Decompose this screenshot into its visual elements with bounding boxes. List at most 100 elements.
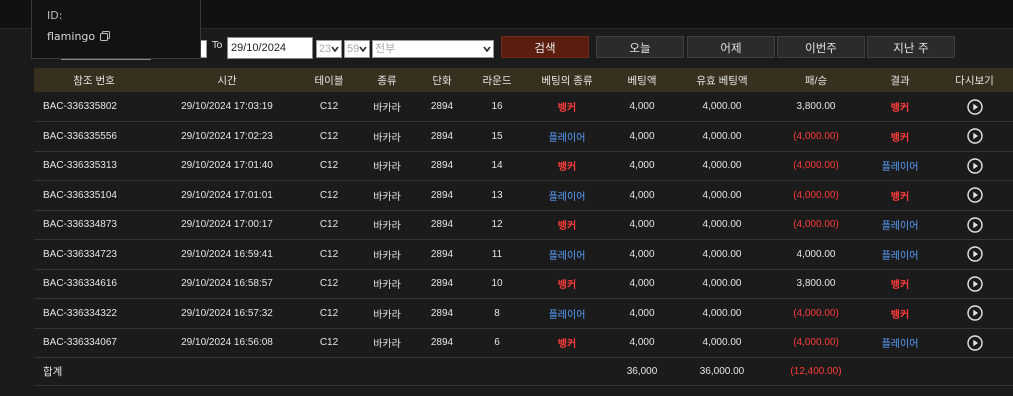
chevron-down-icon bbox=[359, 46, 367, 53]
search-button[interactable]: 검색 bbox=[501, 36, 589, 58]
col-replay: 다시보기 bbox=[955, 74, 994, 87]
kind-cell: 바카라 bbox=[373, 309, 401, 321]
play-circle-icon[interactable] bbox=[966, 98, 983, 115]
bet-type-select[interactable]: 전부 bbox=[372, 40, 494, 58]
kind-cell: 바카라 bbox=[373, 339, 401, 351]
valid-bet-cell: 4,000.00 bbox=[702, 101, 742, 112]
valid-bet-cell: 4,000.00 bbox=[702, 307, 742, 319]
last-week-button[interactable]: 지난 주 bbox=[867, 36, 955, 58]
this-week-button[interactable]: 이번주 bbox=[777, 36, 865, 58]
col-bet: 베팅액 bbox=[627, 74, 657, 87]
yesterday-button[interactable]: 어제 bbox=[687, 36, 775, 58]
play-circle-icon[interactable] bbox=[966, 128, 983, 144]
shoe-cell: 2894 bbox=[430, 248, 454, 260]
win-loss-cell: (4,000.00) bbox=[793, 130, 839, 142]
hour-select[interactable]: 23 bbox=[316, 40, 342, 58]
time-cell: 29/10/2024 17:01:01 bbox=[181, 189, 273, 201]
copy-icon[interactable] bbox=[99, 30, 111, 42]
replay-cell bbox=[936, 122, 1013, 152]
win-loss-cell: 4,000.00 bbox=[796, 248, 836, 260]
to-label: To bbox=[212, 40, 223, 51]
result-cell: 뱅커 bbox=[890, 280, 910, 292]
play-circle-icon[interactable] bbox=[966, 335, 983, 351]
bet-type-cell: 뱅커 bbox=[557, 339, 577, 351]
round-cell: 12 bbox=[491, 219, 503, 231]
ref-cell: BAC-336335802 bbox=[43, 101, 117, 112]
table-row: BAC-336335104 29/10/2024 17:01:01 C12 바카라 28… bbox=[34, 181, 1013, 211]
valid-bet-cell: 4,000.00 bbox=[702, 278, 742, 290]
play-circle-icon[interactable] bbox=[966, 187, 983, 203]
bet-cell: 4,000 bbox=[629, 278, 655, 290]
chevron-down-icon bbox=[483, 46, 491, 53]
time-cell: 29/10/2024 16:57:32 bbox=[181, 307, 273, 319]
win-loss-cell: (4,000.00) bbox=[793, 189, 839, 201]
play-circle-icon[interactable] bbox=[966, 158, 983, 174]
ref-cell: BAC-336335104 bbox=[43, 189, 117, 201]
table-cell: C12 bbox=[319, 160, 339, 172]
time-cell: 29/10/2024 17:01:40 bbox=[181, 160, 273, 172]
kind-cell: 바카라 bbox=[373, 221, 401, 233]
shoe-cell: 2894 bbox=[430, 219, 454, 231]
id-label: ID: bbox=[47, 9, 63, 22]
table-cell: C12 bbox=[319, 307, 339, 319]
table-row: BAC-336335313 29/10/2024 17:01:40 C12 바카라 28… bbox=[34, 151, 1013, 181]
ref-cell: BAC-336334873 bbox=[43, 219, 117, 231]
play-circle-icon[interactable] bbox=[966, 276, 983, 292]
bet-cell: 4,000 bbox=[629, 307, 655, 319]
play-circle-icon[interactable] bbox=[966, 217, 983, 233]
table-header-row: 참조 번호 시간 테이블 종류 단화 라운드 베팅의 종류 베팅액 유효 베팅액… bbox=[34, 68, 1013, 92]
shoe-cell: 2894 bbox=[430, 101, 454, 112]
col-bet-type: 베팅의 종류 bbox=[541, 74, 593, 87]
minute-select[interactable]: 59 bbox=[344, 40, 370, 58]
bet-type-cell: 플레이어 bbox=[548, 191, 586, 203]
win-loss-cell: (4,000.00) bbox=[793, 337, 839, 349]
round-cell: 8 bbox=[494, 307, 500, 319]
time-cell: 29/10/2024 16:58:57 bbox=[181, 278, 273, 290]
bet-type-cell: 뱅커 bbox=[557, 280, 577, 292]
bet-type-cell: 플레이어 bbox=[548, 132, 586, 144]
replay-cell bbox=[936, 151, 1013, 181]
replay-cell bbox=[936, 299, 1013, 329]
round-cell: 10 bbox=[491, 278, 503, 290]
col-kind: 종류 bbox=[377, 74, 397, 87]
ref-cell: BAC-336334067 bbox=[43, 337, 117, 349]
time-cell: 29/10/2024 17:00:17 bbox=[181, 219, 273, 231]
shoe-cell: 2894 bbox=[430, 160, 454, 172]
result-cell: 뱅커 bbox=[890, 132, 910, 144]
col-table: 테이블 bbox=[314, 74, 344, 87]
bet-cell: 4,000 bbox=[629, 101, 655, 112]
play-circle-icon[interactable] bbox=[966, 246, 983, 262]
to-date-input[interactable]: 29/10/2024 bbox=[227, 37, 313, 59]
bet-cell: 4,000 bbox=[629, 130, 655, 142]
round-cell: 11 bbox=[491, 248, 503, 260]
replay-cell bbox=[936, 181, 1013, 211]
bet-type-cell: 뱅커 bbox=[557, 221, 577, 233]
table-cell: C12 bbox=[319, 248, 339, 260]
result-cell: 뱅커 bbox=[890, 191, 910, 203]
table-row: BAC-336334322 29/10/2024 16:57:32 C12 바카라 28… bbox=[34, 299, 1013, 329]
win-loss-cell: (4,000.00) bbox=[793, 219, 839, 231]
table-cell: C12 bbox=[319, 189, 339, 201]
table-cell: C12 bbox=[319, 130, 339, 142]
ref-cell: BAC-336335313 bbox=[43, 160, 117, 172]
total-bet: 36,000 bbox=[626, 366, 658, 377]
bet-cell: 4,000 bbox=[629, 160, 655, 172]
table-row: BAC-336335556 29/10/2024 17:02:23 C12 바카라 28… bbox=[34, 122, 1013, 152]
round-cell: 14 bbox=[491, 160, 503, 172]
replay-cell bbox=[936, 328, 1013, 358]
kind-cell: 바카라 bbox=[373, 191, 401, 203]
today-button[interactable]: 오늘 bbox=[596, 36, 684, 58]
time-cell: 29/10/2024 17:03:19 bbox=[181, 101, 273, 112]
ref-cell: BAC-336334723 bbox=[43, 248, 117, 260]
bet-history-table: 참조 번호 시간 테이블 종류 단화 라운드 베팅의 종류 베팅액 유효 베팅액… bbox=[34, 68, 1013, 386]
table-cell: C12 bbox=[319, 337, 339, 349]
table-cell: C12 bbox=[319, 219, 339, 231]
bet-type-cell: 플레이어 bbox=[548, 309, 586, 321]
shoe-cell: 2894 bbox=[430, 307, 454, 319]
total-valid-bet: 36,000.00 bbox=[699, 366, 745, 377]
bet-cell: 4,000 bbox=[629, 337, 655, 349]
valid-bet-cell: 4,000.00 bbox=[702, 130, 742, 142]
result-cell: 플레이어 bbox=[881, 221, 919, 233]
play-circle-icon[interactable] bbox=[966, 305, 983, 321]
bet-type-cell: 플레이어 bbox=[548, 250, 586, 262]
